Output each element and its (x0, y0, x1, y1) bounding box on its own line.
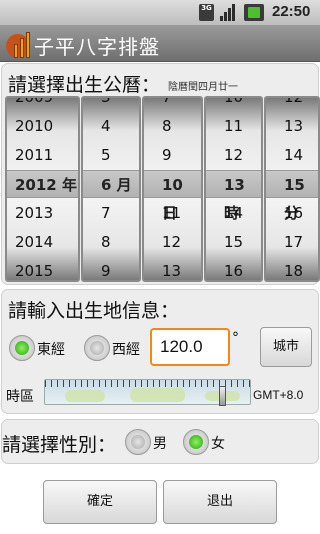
battery-icon (244, 4, 264, 21)
year-wheel-item[interactable]: 2011 (7, 141, 78, 169)
timezone-value: GMT+8.0 (253, 388, 304, 402)
hour-wheel-selected[interactable]: 13 時 (206, 170, 261, 222)
female-label: 女 (211, 436, 225, 452)
minute-wheel[interactable]: 12 13 14 15 分 16 17 18 (264, 96, 320, 282)
minute-wheel-item[interactable]: 17 (266, 228, 318, 256)
day-wheel-item[interactable]: 7 (144, 98, 201, 111)
hour-wheel-item[interactable]: 15 (206, 228, 261, 256)
minute-wheel-item[interactable]: 18 (266, 257, 318, 280)
year-wheel-item[interactable]: 2009 (7, 98, 78, 111)
hour-wheel-item[interactable]: 11 (206, 112, 261, 140)
year-wheel-item[interactable]: 2014 (7, 228, 78, 256)
birth-date-label: 請選擇出生公曆： (8, 74, 161, 96)
hour-wheel[interactable]: 10 11 12 13 時 14 15 16 (204, 96, 263, 282)
year-wheel-item[interactable]: 2013 (7, 199, 78, 227)
day-wheel[interactable]: 7 8 9 10 日 11 12 13 (142, 96, 203, 282)
month-wheel-item[interactable]: 7 (83, 199, 139, 227)
hour-wheel-item[interactable]: 14 (206, 199, 261, 227)
west-longitude-label: 西經 (112, 342, 140, 358)
year-wheel[interactable]: 2009 2010 2011 2012 年 2013 2014 2015 (5, 96, 80, 282)
male-radio[interactable] (125, 429, 151, 455)
map-land (65, 390, 105, 402)
month-wheel-selected[interactable]: 6 月 (83, 170, 139, 198)
minute-wheel-item[interactable]: 16 (266, 199, 318, 227)
year-wheel-selected[interactable]: 2012 年 (7, 170, 78, 198)
quit-button[interactable]: 退出 (163, 480, 277, 524)
hour-wheel-item[interactable]: 12 (206, 141, 261, 169)
day-wheel-item[interactable]: 13 (144, 257, 201, 280)
month-wheel-item[interactable]: 9 (83, 257, 139, 280)
network-3g-icon: 3G (199, 4, 214, 21)
day-wheel-item[interactable]: 9 (144, 141, 201, 169)
minute-wheel-item[interactable]: 12 (266, 98, 318, 111)
female-radio[interactable] (183, 429, 209, 455)
city-button[interactable]: 城市 (260, 327, 312, 367)
year-wheel-item[interactable]: 2010 (7, 112, 78, 140)
east-longitude-label: 東經 (37, 342, 65, 358)
minute-wheel-item[interactable]: 13 (266, 112, 318, 140)
hour-wheel-item[interactable]: 10 (206, 98, 261, 111)
confirm-button[interactable]: 確定 (43, 480, 157, 524)
status-bar: 3G 22:50 (0, 0, 320, 25)
clock: 22:50 (272, 3, 311, 20)
east-longitude-radio[interactable] (9, 335, 35, 361)
degree-unit: ° (232, 330, 239, 346)
minute-wheel-item[interactable]: 14 (266, 141, 318, 169)
day-wheel-item[interactable]: 8 (144, 112, 201, 140)
signal-icon (220, 4, 238, 21)
sex-panel: 請選擇性別： 男 女 (1, 419, 319, 464)
west-longitude-radio[interactable] (84, 335, 110, 361)
day-wheel-item[interactable]: 12 (144, 228, 201, 256)
day-wheel-selected[interactable]: 10 日 (144, 170, 201, 222)
map-land (130, 388, 185, 402)
minute-wheel-selected[interactable]: 15 分 (266, 170, 318, 222)
app-title: 子平八字排盤 (34, 35, 160, 59)
network-type: 3G (201, 4, 212, 12)
year-wheel-item[interactable]: 2015 (7, 257, 78, 280)
birth-date-panel: 請選擇出生公曆： 陰曆閏四月廿一 2009 2010 2011 2012 年 2… (1, 63, 320, 285)
timezone-label: 時區 (6, 389, 34, 405)
lunar-date-label: 陰曆閏四月廿一 (168, 82, 238, 93)
title-bar: 子平八字排盤 (0, 25, 320, 62)
month-wheel[interactable]: 3 4 5 6 月 7 8 9 (81, 96, 141, 282)
sex-label: 請選擇性別： (2, 434, 117, 456)
month-wheel-item[interactable]: 5 (83, 141, 139, 169)
hour-wheel-item[interactable]: 16 (206, 257, 261, 280)
month-wheel-item[interactable]: 3 (83, 98, 139, 111)
month-wheel-item[interactable]: 8 (83, 228, 139, 256)
longitude-input[interactable]: 120.0 (150, 328, 230, 366)
day-wheel-item[interactable]: 11 (144, 199, 201, 227)
birth-place-label: 請輸入出生地信息： (8, 300, 180, 322)
male-label: 男 (153, 436, 167, 452)
birth-place-panel: 請輸入出生地信息： 東經 西經 120.0 ° 城市 時區 GMT+8.0 (1, 289, 319, 414)
month-wheel-item[interactable]: 4 (83, 112, 139, 140)
timezone-slider-thumb[interactable] (219, 386, 227, 406)
app-bar-chart-icon (6, 30, 36, 58)
